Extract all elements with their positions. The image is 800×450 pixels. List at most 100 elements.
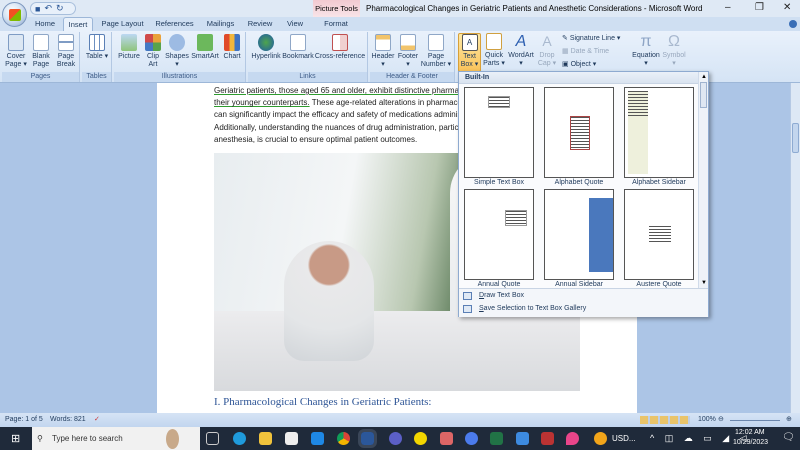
gallery-item-austere-quote[interactable] (624, 189, 694, 280)
gallery-item-simple-text-box[interactable] (464, 87, 534, 178)
page-count[interactable]: Page: 1 of 5 (5, 413, 43, 427)
store-icon[interactable] (285, 432, 298, 445)
clip-art-button[interactable]: Clip Art (143, 34, 163, 69)
shapes-button[interactable]: Shapes ▾ (165, 34, 189, 69)
chrome-icon[interactable] (337, 432, 350, 445)
app-icon[interactable] (541, 432, 554, 445)
clock-time[interactable]: 12:02 AM (735, 429, 765, 436)
equation-button[interactable]: π Equation ▾ (630, 33, 662, 68)
text-box-button[interactable]: A Text Box ▾ (458, 33, 481, 72)
blank-page-button[interactable]: Blank Page (29, 34, 53, 69)
word-icon[interactable] (358, 429, 377, 448)
footer-button[interactable]: Footer ▾ (396, 34, 420, 69)
undo-icon[interactable]: ↶ (44, 3, 52, 14)
app-icon[interactable] (465, 432, 478, 445)
page-number-button[interactable]: Page Number ▾ (420, 34, 452, 69)
search-highlight-icon (166, 429, 179, 449)
file-explorer-icon[interactable] (259, 432, 272, 445)
smartart-button[interactable]: SmartArt (190, 34, 220, 61)
gallery-scroll-thumb[interactable] (700, 82, 707, 108)
tab-references[interactable]: References (152, 17, 197, 31)
notifications-icon[interactable]: 🗨 (782, 432, 795, 443)
gallery-item-annual-quote[interactable] (464, 189, 534, 280)
gallery-label: Alphabet Quote (554, 179, 604, 186)
task-view-icon[interactable] (206, 432, 219, 445)
save-selection-item[interactable]: Save Selection to Text Box Gallery (479, 305, 586, 312)
gallery-item-annual-sidebar[interactable] (544, 189, 614, 280)
preview-text (488, 96, 510, 108)
cover-page-icon (8, 34, 24, 51)
scroll-down-icon[interactable]: ▼ (701, 280, 707, 286)
gallery-label: Simple Text Box (473, 179, 525, 186)
shapes-icon (169, 34, 185, 51)
vertical-scrollbar[interactable] (790, 83, 800, 413)
office-button[interactable] (2, 2, 27, 27)
title-bar: ■ ↶ ↻ Picture Tools Pharmacological Change… (0, 0, 800, 17)
close-button[interactable]: ✕ (783, 0, 791, 15)
tab-review[interactable]: Review (246, 17, 274, 31)
table-button[interactable]: Table ▾ (85, 34, 109, 61)
draw-text-box-icon (463, 292, 472, 300)
zoom-level[interactable]: 100% (698, 413, 716, 427)
help-icon[interactable] (789, 20, 797, 28)
cross-reference-button[interactable]: Cross-reference (314, 34, 366, 61)
excel-icon[interactable] (490, 432, 503, 445)
mail-icon[interactable] (311, 432, 324, 445)
gallery-item-alphabet-sidebar[interactable] (624, 87, 694, 178)
photos-icon[interactable] (516, 432, 529, 445)
gallery-label: Annual Sidebar (555, 281, 603, 288)
gallery-item-alphabet-quote[interactable] (544, 87, 614, 178)
app-icon[interactable] (566, 432, 579, 445)
clock-date[interactable]: 10/29/2023 (733, 439, 768, 446)
gallery-scrollbar[interactable]: ▲ ▼ (698, 72, 708, 288)
hyperlink-button[interactable]: Hyperlink (250, 34, 282, 61)
windows-start-icon[interactable]: ⊞ (11, 432, 20, 445)
chart-button[interactable]: Chart (220, 34, 244, 61)
scroll-thumb[interactable] (792, 123, 799, 153)
wordart-icon: A (515, 33, 527, 50)
zoom-out-icon[interactable]: ⊖ (718, 413, 724, 427)
view-buttons[interactable] (640, 416, 690, 424)
picture-button[interactable]: Picture (116, 34, 142, 61)
app-icon[interactable] (440, 432, 453, 445)
draw-text-box-item[interactable]: Draw Text Box (479, 292, 524, 299)
text-box-gallery: Built-In Simple Text Box Alphabet Quote … (458, 71, 709, 317)
tab-view[interactable]: View (283, 17, 307, 31)
bookmark-button[interactable]: Bookmark (282, 34, 314, 61)
wordart-button[interactable]: A WordArt ▾ (507, 33, 535, 68)
save-icon[interactable]: ■ (35, 4, 40, 14)
currency-widget[interactable]: USD... (612, 434, 636, 443)
scroll-up-icon[interactable]: ▲ (701, 74, 707, 80)
tab-home[interactable]: Home (30, 17, 60, 31)
word-count[interactable]: Words: 821 (50, 413, 86, 427)
app-icon[interactable] (389, 432, 402, 445)
window-title: Pharmacological Changes in Geriatric Pat… (366, 4, 703, 13)
minimize-button[interactable]: – (725, 0, 731, 15)
ribbon-tabs: Home Insert Page Layout References Maili… (0, 17, 800, 31)
proofing-icon[interactable]: ✓ (94, 413, 100, 427)
omega-icon: Ω (668, 33, 680, 50)
header-button[interactable]: Header ▾ (370, 34, 396, 69)
tab-insert[interactable]: Insert (63, 17, 93, 31)
bookmark-icon (290, 34, 306, 51)
picture-tools-context: Picture Tools (313, 0, 360, 17)
restore-button[interactable]: ❐ (755, 0, 764, 15)
group-header-footer: Header ▾ Footer ▾ Page Number ▾ Header &… (370, 32, 455, 82)
drop-cap-button: A Drop Cap ▾ (537, 33, 557, 67)
gallery-label: Austere Quote (636, 281, 682, 288)
signature-line-button[interactable]: ✎ Signature Line ▾ (562, 34, 620, 42)
object-button[interactable]: ▣ Object ▾ (562, 60, 596, 68)
cover-page-button[interactable]: Cover Page ▾ (4, 34, 28, 69)
currency-icon (594, 432, 607, 445)
status-bar: Page: 1 of 5 Words: 821 ✓ 100% ⊖ ⊕ (0, 413, 800, 427)
quick-parts-button[interactable]: Quick Parts ▾ (483, 33, 505, 68)
tab-format[interactable]: Format (318, 17, 354, 31)
page-break-button[interactable]: Page Break (54, 34, 78, 69)
edge-icon[interactable] (233, 432, 246, 445)
zoom-slider[interactable] (730, 420, 780, 421)
zoom-in-icon[interactable]: ⊕ (786, 413, 792, 427)
snapchat-icon[interactable] (414, 432, 427, 445)
tab-mailings[interactable]: Mailings (203, 17, 238, 31)
tab-page-layout[interactable]: Page Layout (100, 17, 145, 31)
redo-icon[interactable]: ↻ (56, 3, 64, 14)
